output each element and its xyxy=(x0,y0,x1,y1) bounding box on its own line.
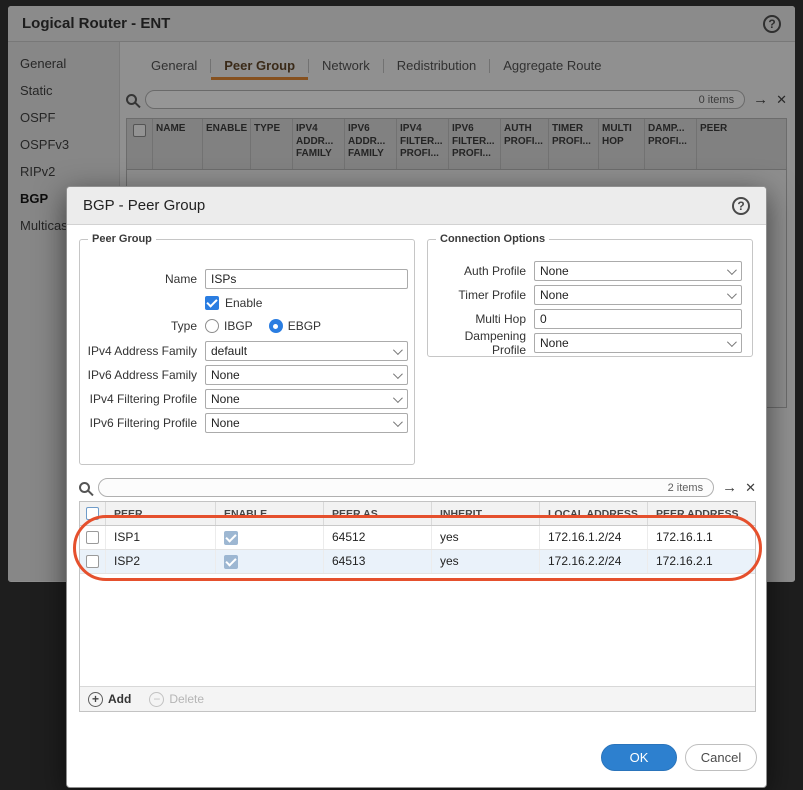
delete-icon: − xyxy=(149,692,164,707)
name-label: Name xyxy=(80,272,205,286)
type-ibgp-label: IBGP xyxy=(224,319,253,333)
modal-title: BGP - Peer Group xyxy=(83,197,205,214)
add-button[interactable]: + Add xyxy=(88,692,131,707)
timer-profile-select[interactable]: None xyxy=(534,285,742,305)
peers-table: PEER ENABLE PEER AS INHERIT LOCAL ADDRES… xyxy=(79,501,756,712)
multi-hop-input[interactable] xyxy=(534,309,742,329)
chevron-down-icon xyxy=(727,289,737,299)
auth-profile-select[interactable]: None xyxy=(534,261,742,281)
cell-peer-as: 64512 xyxy=(324,526,432,549)
connection-options-legend: Connection Options xyxy=(436,233,549,245)
col-inherit[interactable]: INHERIT xyxy=(432,502,540,525)
add-icon: + xyxy=(88,692,103,707)
cell-peer-as: 64513 xyxy=(324,550,432,573)
row-checkbox[interactable] xyxy=(86,555,99,568)
ipv6-filtering-profile-select[interactable]: None xyxy=(205,413,408,433)
enable-checkbox xyxy=(224,531,238,545)
cell-enable xyxy=(216,526,324,549)
chevron-down-icon xyxy=(727,337,737,347)
cell-inherit: yes xyxy=(432,550,540,573)
cell-peer[interactable]: ISP1 xyxy=(106,526,216,549)
chevron-down-icon xyxy=(393,393,403,403)
col-peer-as[interactable]: PEER AS xyxy=(324,502,432,525)
peers-table-toolbar: + Add − Delete xyxy=(80,686,755,711)
cell-local-address: 172.16.1.2/24 xyxy=(540,526,648,549)
col-peer[interactable]: PEER xyxy=(106,502,216,525)
modal-titlebar: BGP - Peer Group ? xyxy=(67,187,766,225)
peers-search-row: 2 items → ✕ xyxy=(79,478,756,497)
row-select-cell[interactable] xyxy=(80,550,106,573)
search-icon xyxy=(79,482,90,493)
ipv4-filtering-profile-select[interactable]: None xyxy=(205,389,408,409)
cell-peer-address: 172.16.1.1 xyxy=(648,526,755,549)
peers-table-empty-area xyxy=(80,574,755,686)
enable-checkbox xyxy=(224,555,238,569)
enable-label: Enable xyxy=(225,296,262,310)
type-ibgp-radio[interactable] xyxy=(205,319,219,333)
bgp-peer-group-modal: BGP - Peer Group ? Peer Group Name Enabl… xyxy=(66,186,767,788)
cell-enable xyxy=(216,550,324,573)
ipv4-filtering-profile-label: IPv4 Filtering Profile xyxy=(80,392,205,406)
help-icon[interactable]: ? xyxy=(732,197,750,215)
peers-table-header: PEER ENABLE PEER AS INHERIT LOCAL ADDRES… xyxy=(80,502,755,526)
ok-button[interactable]: OK xyxy=(601,744,677,771)
chevron-down-icon xyxy=(393,417,403,427)
type-ebgp-radio[interactable] xyxy=(269,319,283,333)
ipv6-address-family-label: IPv6 Address Family xyxy=(80,368,205,382)
peer-group-legend: Peer Group xyxy=(88,233,156,245)
multi-hop-label: Multi Hop xyxy=(428,312,534,326)
ipv4-address-family-label: IPv4 Address Family xyxy=(80,344,205,358)
col-enable[interactable]: ENABLE xyxy=(216,502,324,525)
type-ebgp-label: EBGP xyxy=(288,319,321,333)
timer-profile-label: Timer Profile xyxy=(428,288,534,302)
dampening-profile-select[interactable]: None xyxy=(534,333,742,353)
peers-items-count: 2 items xyxy=(668,482,703,494)
auth-profile-label: Auth Profile xyxy=(428,264,534,278)
delete-button[interactable]: − Delete xyxy=(149,692,204,707)
chevron-down-icon xyxy=(393,369,403,379)
type-label: Type xyxy=(80,319,205,333)
name-input[interactable] xyxy=(205,269,408,289)
ipv6-address-family-select[interactable]: None xyxy=(205,365,408,385)
select-all-cell[interactable] xyxy=(80,502,106,525)
cancel-button[interactable]: Cancel xyxy=(685,744,757,771)
apply-filter-icon[interactable]: → xyxy=(722,480,737,495)
select-all-checkbox[interactable] xyxy=(86,507,99,520)
row-select-cell[interactable] xyxy=(80,526,106,549)
cell-peer[interactable]: ISP2 xyxy=(106,550,216,573)
row-checkbox[interactable] xyxy=(86,531,99,544)
enable-checkbox[interactable] xyxy=(205,296,219,310)
chevron-down-icon xyxy=(727,265,737,275)
table-row[interactable]: ISP2 64513 yes 172.16.2.2/24 172.16.2.1 xyxy=(80,550,755,574)
cell-peer-address: 172.16.2.1 xyxy=(648,550,755,573)
cell-inherit: yes xyxy=(432,526,540,549)
col-local-address[interactable]: LOCAL ADDRESS xyxy=(540,502,648,525)
col-peer-address[interactable]: PEER ADDRESS xyxy=(648,502,755,525)
cell-local-address: 172.16.2.2/24 xyxy=(540,550,648,573)
ipv4-address-family-select[interactable]: default xyxy=(205,341,408,361)
connection-options-fieldset: Connection Options Auth Profile None Tim… xyxy=(427,233,753,357)
ipv6-filtering-profile-label: IPv6 Filtering Profile xyxy=(80,416,205,430)
peer-group-fieldset: Peer Group Name Enable Type IBGP EBGP IP… xyxy=(79,233,415,465)
dampening-profile-label: Dampening Profile xyxy=(428,329,534,357)
peers-search-input[interactable]: 2 items xyxy=(98,478,714,497)
clear-filter-icon[interactable]: ✕ xyxy=(745,481,756,494)
table-row[interactable]: ISP1 64512 yes 172.16.1.2/24 172.16.1.1 xyxy=(80,526,755,550)
chevron-down-icon xyxy=(393,345,403,355)
